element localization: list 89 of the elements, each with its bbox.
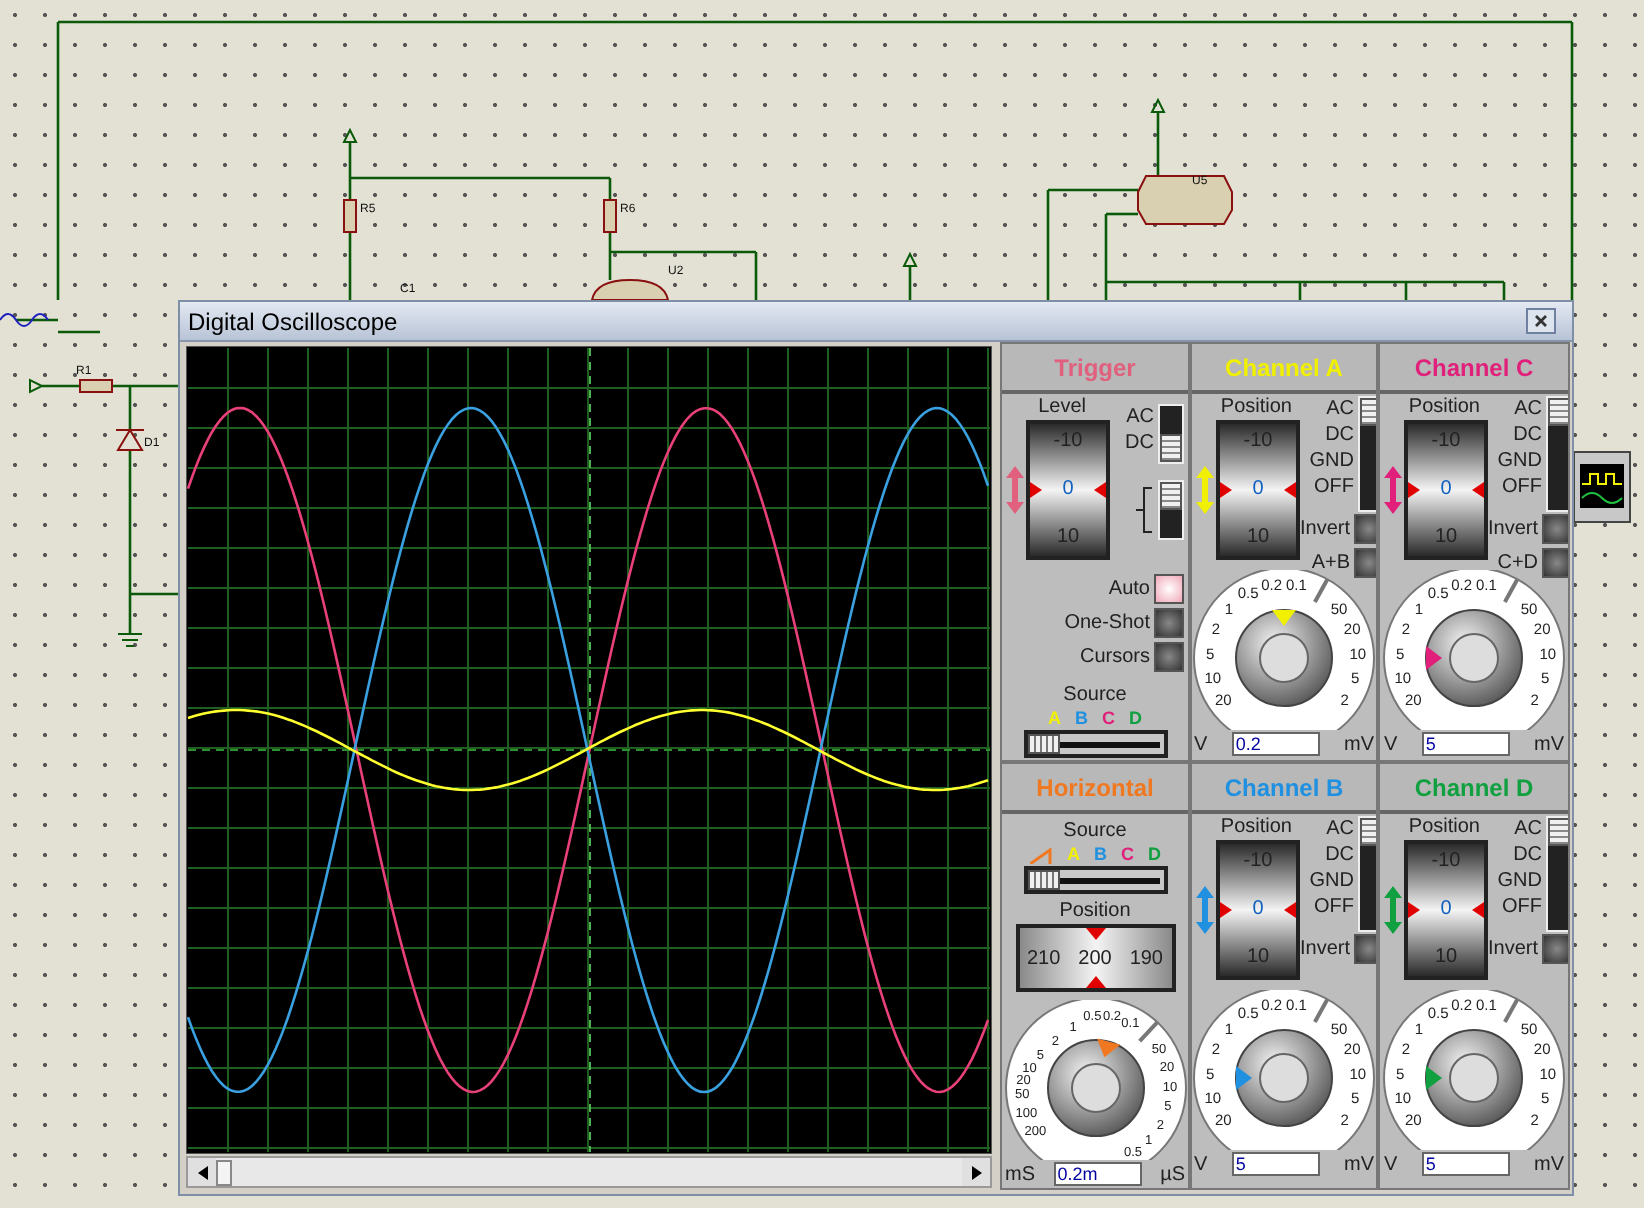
source-letter: B bbox=[1075, 708, 1088, 730]
position-label: Position bbox=[1220, 816, 1292, 840]
coupling-label: OFF bbox=[1314, 474, 1355, 500]
value-field[interactable]: 5 bbox=[1421, 1152, 1510, 1176]
coupling-label: GND bbox=[1309, 868, 1355, 894]
window-title: Digital Oscilloscope bbox=[188, 305, 398, 339]
unit-label: mV bbox=[1343, 734, 1374, 756]
position-drum[interactable]: -10 0 10 bbox=[1404, 840, 1488, 980]
coupling-label: AC bbox=[1514, 816, 1543, 842]
scale-label: 10 bbox=[1246, 526, 1270, 550]
coupling-label: DC bbox=[1513, 422, 1543, 448]
scale-label: -10 bbox=[1431, 430, 1461, 454]
scale-label: 10 bbox=[1434, 526, 1458, 550]
panel-title: Channel B bbox=[1224, 771, 1344, 805]
position-label: Position bbox=[1408, 396, 1480, 420]
scale-label: 0 bbox=[1440, 478, 1452, 502]
scale-label: -10 bbox=[1053, 430, 1083, 454]
panel-title: Channel C bbox=[1414, 351, 1534, 385]
position-drum[interactable]: -10 0 10 bbox=[1026, 420, 1110, 560]
coupling-label: AC bbox=[1514, 396, 1543, 422]
position-drum[interactable]: -10 0 10 bbox=[1404, 420, 1488, 560]
position-label: Position bbox=[1408, 816, 1480, 840]
button-label: One-Shot bbox=[1064, 610, 1150, 638]
scale-label: 210 bbox=[1027, 945, 1061, 973]
unit-label: V bbox=[1384, 734, 1398, 756]
scale-label: -10 bbox=[1243, 850, 1273, 874]
level-label: Level bbox=[1038, 396, 1086, 420]
button-label: Auto bbox=[1108, 576, 1150, 604]
coupling-label: GND bbox=[1497, 868, 1543, 894]
value-field[interactable]: 5 bbox=[1421, 732, 1510, 756]
source-letter: A bbox=[1048, 708, 1061, 730]
coupling-label: DC bbox=[1325, 422, 1355, 448]
value-field[interactable]: 0.2m bbox=[1053, 1162, 1142, 1186]
scale-label: 200 bbox=[1078, 945, 1112, 973]
button-label: Invert bbox=[1300, 516, 1351, 544]
unit-label: µS bbox=[1160, 1164, 1185, 1186]
value-field[interactable]: 5 bbox=[1231, 1152, 1320, 1176]
coupling-label: AC bbox=[1126, 404, 1154, 430]
unit-label: mV bbox=[1343, 1154, 1374, 1176]
scale-label: 0 bbox=[1440, 898, 1452, 922]
button-label: Cursors bbox=[1079, 644, 1150, 672]
scale-label: 10 bbox=[1056, 526, 1080, 550]
coupling-label: GND bbox=[1309, 448, 1355, 474]
panel-title: Channel D bbox=[1414, 771, 1534, 805]
source-label: Source bbox=[1063, 820, 1127, 844]
scale-label: 10 bbox=[1246, 946, 1270, 970]
coupling-label: AC bbox=[1326, 816, 1355, 842]
scale-label: 10 bbox=[1434, 946, 1458, 970]
value-field[interactable]: 0.2 bbox=[1231, 732, 1320, 756]
source-label: Source bbox=[1063, 684, 1127, 708]
unit-label: V bbox=[1194, 1154, 1208, 1176]
panel-title: Horizontal bbox=[1036, 771, 1154, 805]
scale-label: 0 bbox=[1252, 478, 1264, 502]
position-label: Position bbox=[1220, 396, 1292, 420]
button-label: Invert bbox=[1300, 936, 1351, 964]
coupling-label: AC bbox=[1326, 396, 1355, 422]
button-label: Invert bbox=[1488, 516, 1539, 544]
unit-label: V bbox=[1194, 734, 1208, 756]
button-label: Invert bbox=[1488, 936, 1539, 964]
scale-label: -10 bbox=[1243, 430, 1273, 454]
unit-label: V bbox=[1384, 1154, 1398, 1176]
position-drum[interactable]: -10 0 10 bbox=[1216, 420, 1300, 560]
coupling-label: OFF bbox=[1314, 894, 1355, 920]
coupling-label: OFF bbox=[1502, 474, 1543, 500]
position-drum[interactable]: -10 0 10 bbox=[1216, 840, 1300, 980]
button-label: A+B bbox=[1311, 550, 1351, 578]
coupling-label: GND bbox=[1497, 448, 1543, 474]
position-drum[interactable]: 210 200 190 bbox=[1015, 924, 1175, 992]
source-letter: D bbox=[1129, 708, 1142, 730]
unit-label: mV bbox=[1533, 734, 1564, 756]
unit-label: mS bbox=[1005, 1164, 1035, 1186]
scale-label: 190 bbox=[1129, 945, 1163, 973]
coupling-label: DC bbox=[1125, 430, 1154, 456]
coupling-label: DC bbox=[1325, 842, 1355, 868]
panel-title: Trigger bbox=[1054, 351, 1136, 385]
coupling-label: DC bbox=[1513, 842, 1543, 868]
source-letter: C bbox=[1102, 708, 1115, 730]
unit-label: mV bbox=[1533, 1154, 1564, 1176]
source-letter: B bbox=[1094, 844, 1107, 866]
scale-label: 0 bbox=[1252, 898, 1264, 922]
scale-label: 0 bbox=[1062, 478, 1074, 502]
coupling-label: OFF bbox=[1502, 894, 1543, 920]
source-letter: C bbox=[1121, 844, 1134, 866]
source-letter: A bbox=[1067, 844, 1080, 866]
panel-title: Channel A bbox=[1225, 351, 1343, 385]
button-label: C+D bbox=[1497, 550, 1539, 578]
source-letter: D bbox=[1148, 844, 1161, 866]
scale-label: -10 bbox=[1431, 850, 1461, 874]
position-label: Position bbox=[1059, 900, 1131, 924]
